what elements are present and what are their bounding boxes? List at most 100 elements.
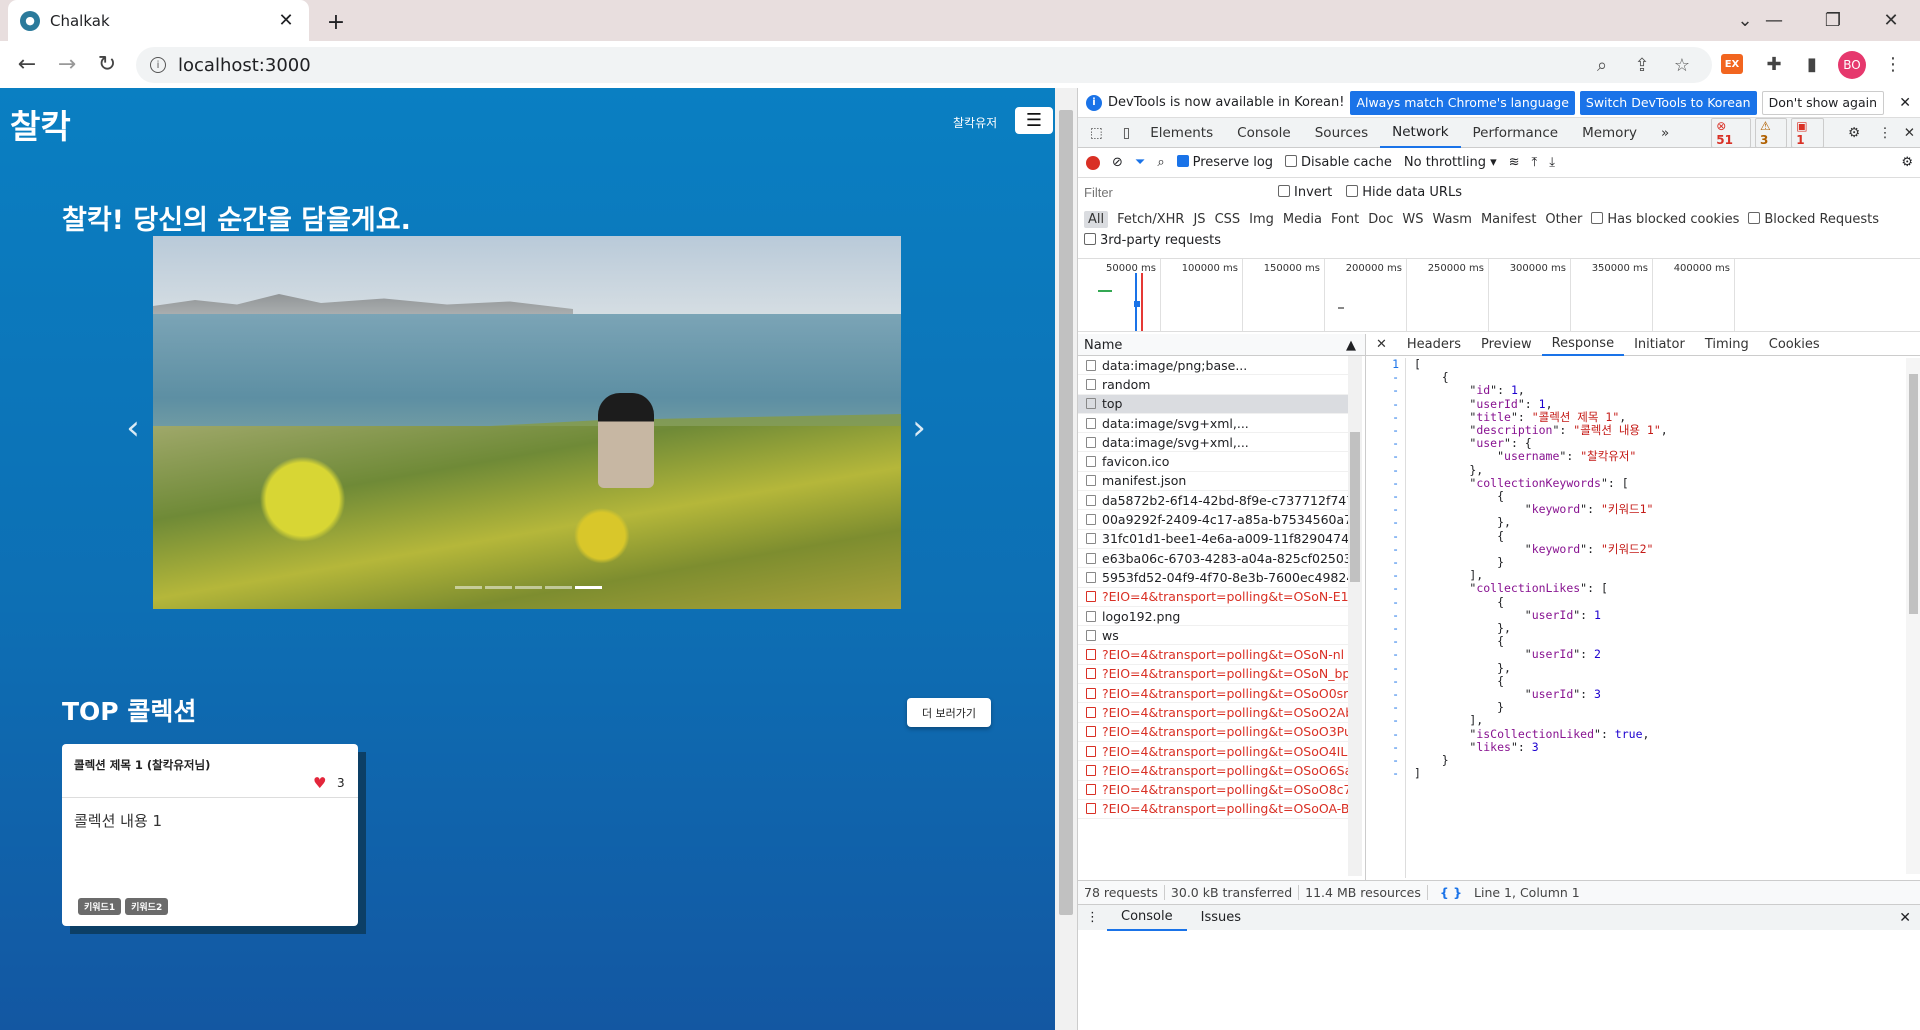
- carousel-next-icon[interactable]: ›: [904, 408, 934, 448]
- carousel-indicator[interactable]: [455, 586, 482, 589]
- request-row[interactable]: random: [1078, 375, 1348, 395]
- collection-card[interactable]: 콜렉션 제목 1 (찰칵유저님) ♥ 3 콜렉션 내용 1 키워드1 키워드2: [62, 744, 358, 926]
- address-bar[interactable]: i localhost:3000: [136, 47, 1712, 83]
- settings-gear-icon[interactable]: ⚙: [1836, 118, 1872, 148]
- network-settings-icon[interactable]: ⚙: [1901, 155, 1913, 170]
- request-row[interactable]: ?EIO=4&transport=polling&t=OSoO8c7: [1078, 781, 1348, 800]
- device-toolbar-icon[interactable]: ▯: [1115, 118, 1138, 148]
- drawer-tab-issues[interactable]: Issues: [1187, 905, 1255, 931]
- request-row[interactable]: data:image/svg+xml,...: [1078, 433, 1348, 453]
- tab-timing[interactable]: Timing: [1695, 334, 1759, 356]
- site-logo[interactable]: 찰칵: [10, 100, 71, 148]
- disable-cache-checkbox[interactable]: Disable cache: [1285, 155, 1392, 170]
- blocked-requests-checkbox[interactable]: Blocked Requests: [1748, 211, 1879, 227]
- tab-network[interactable]: Network: [1380, 118, 1461, 148]
- request-row[interactable]: favicon.ico: [1078, 452, 1348, 472]
- match-language-button[interactable]: Always match Chrome's language: [1350, 90, 1575, 115]
- search-icon[interactable]: ⌕: [1157, 155, 1164, 170]
- type-css[interactable]: CSS: [1215, 212, 1241, 227]
- request-row[interactable]: ?EIO=4&transport=polling&t=OSoN-E1: [1078, 588, 1348, 607]
- page-scroll-thumb[interactable]: [1059, 110, 1073, 915]
- inspect-icon[interactable]: ⬚: [1078, 118, 1115, 148]
- bookmark-star-icon[interactable]: ☆: [1668, 51, 1696, 79]
- close-detail-icon[interactable]: ✕: [1366, 334, 1397, 356]
- carousel-indicator[interactable]: [485, 586, 512, 589]
- extensions-puzzle-icon[interactable]: ✚: [1759, 49, 1789, 79]
- tab-memory[interactable]: Memory: [1570, 118, 1649, 148]
- type-js[interactable]: JS: [1193, 212, 1205, 227]
- type-other[interactable]: Other: [1545, 212, 1582, 227]
- network-overview[interactable]: 50000 ms 100000 ms 150000 ms 200000 ms 25000…: [1078, 258, 1920, 332]
- clear-icon[interactable]: ⊘: [1112, 155, 1123, 170]
- type-ws[interactable]: WS: [1402, 212, 1423, 227]
- reload-icon[interactable]: ↻: [92, 49, 122, 79]
- issues-count-badge[interactable]: ▣ 1: [1791, 117, 1825, 148]
- type-manifest[interactable]: Manifest: [1481, 212, 1536, 227]
- filter-icon[interactable]: ⏷: [1135, 155, 1145, 170]
- filter-input[interactable]: [1084, 182, 1264, 202]
- drawer-menu-icon[interactable]: ⋮: [1078, 905, 1107, 931]
- import-har-icon[interactable]: ⤒: [1532, 155, 1538, 170]
- type-all[interactable]: All: [1084, 210, 1109, 228]
- new-tab-button[interactable]: +: [322, 8, 350, 36]
- carousel-prev-icon[interactable]: ‹: [118, 408, 148, 448]
- tab-elements[interactable]: Elements: [1138, 118, 1225, 148]
- more-tabs-icon[interactable]: »: [1649, 118, 1681, 148]
- preserve-log-checkbox[interactable]: Preserve log: [1176, 155, 1273, 170]
- zoom-icon[interactable]: ⌕: [1588, 51, 1616, 79]
- maximize-button[interactable]: ❐: [1804, 0, 1862, 41]
- tab-initiator[interactable]: Initiator: [1624, 334, 1695, 356]
- issue-badges[interactable]: ⊗ 51 ⚠ 3 ▣ 1: [1711, 117, 1825, 148]
- request-row[interactable]: manifest.json: [1078, 472, 1348, 492]
- hide-data-urls-checkbox[interactable]: Hide data URLs: [1346, 184, 1462, 200]
- type-doc[interactable]: Doc: [1368, 212, 1393, 227]
- chrome-menu-icon[interactable]: ⋮: [1878, 49, 1908, 79]
- heart-icon[interactable]: ♥: [313, 774, 326, 792]
- warning-count-badge[interactable]: ⚠ 3: [1754, 117, 1788, 148]
- name-column-header[interactable]: Name ▲: [1078, 334, 1365, 356]
- request-row[interactable]: ?EIO=4&transport=polling&t=OSoO4IL: [1078, 742, 1348, 762]
- request-row[interactable]: logo192.png: [1078, 607, 1348, 627]
- invert-checkbox[interactable]: Invert: [1278, 184, 1332, 200]
- site-info-icon[interactable]: i: [150, 57, 166, 73]
- extension-ex-icon[interactable]: EX: [1721, 54, 1743, 74]
- third-party-checkbox[interactable]: 3rd-party requests: [1084, 233, 1221, 248]
- profile-avatar[interactable]: BO: [1838, 51, 1866, 79]
- close-icon[interactable]: ✕: [1899, 95, 1911, 111]
- carousel-indicator[interactable]: [515, 586, 542, 589]
- tab-cookies[interactable]: Cookies: [1759, 334, 1830, 356]
- request-row[interactable]: ?EIO=4&transport=polling&t=OSoN-nl: [1078, 645, 1348, 665]
- carousel-image[interactable]: [153, 236, 901, 609]
- minimize-button[interactable]: —: [1745, 0, 1803, 41]
- type-img[interactable]: Img: [1249, 212, 1274, 227]
- request-row[interactable]: 31fc01d1-bee1-4e6a-a009-11f829047489-168…: [1078, 530, 1348, 549]
- close-devtools-icon[interactable]: ✕: [1898, 118, 1920, 148]
- tab-performance[interactable]: Performance: [1461, 118, 1571, 148]
- see-more-button[interactable]: 더 보러가기: [907, 698, 991, 727]
- request-row[interactable]: ?EIO=4&transport=polling&t=OSoO3Pu: [1078, 723, 1348, 742]
- error-count-badge[interactable]: ⊗ 51: [1711, 117, 1751, 148]
- carousel-indicator[interactable]: [545, 586, 572, 589]
- type-font[interactable]: Font: [1331, 212, 1359, 227]
- request-row[interactable]: da5872b2-6f14-42bd-8f9e-c737712f7476-168…: [1078, 491, 1348, 511]
- network-conditions-icon[interactable]: ≋: [1509, 155, 1520, 170]
- type-fetch[interactable]: Fetch/XHR: [1117, 212, 1184, 227]
- tab-preview[interactable]: Preview: [1471, 334, 1542, 356]
- export-har-icon[interactable]: ⤓: [1549, 155, 1555, 170]
- request-list-scroll-thumb[interactable]: [1350, 432, 1360, 582]
- browser-tab[interactable]: ● Chalkak ✕: [8, 0, 309, 41]
- request-row[interactable]: ?EIO=4&transport=polling&t=OSoO0sm: [1078, 684, 1348, 704]
- switch-korean-button[interactable]: Switch DevTools to Korean: [1579, 90, 1757, 115]
- request-row[interactable]: ?EIO=4&transport=polling&t=OSoOA-B: [1078, 800, 1348, 820]
- drawer-tab-console[interactable]: Console: [1107, 905, 1187, 931]
- request-row[interactable]: ?EIO=4&transport=polling&t=OSoN_bp: [1078, 665, 1348, 685]
- request-row[interactable]: 00a9292f-2409-4c17-a85a-b7534560a78b-168…: [1078, 510, 1348, 530]
- request-row[interactable]: ws: [1078, 626, 1348, 646]
- tab-console[interactable]: Console: [1225, 118, 1303, 148]
- side-panel-icon[interactable]: ▮: [1797, 49, 1827, 79]
- response-body[interactable]: 1------------------------------- [ { "id…: [1366, 357, 1906, 878]
- record-icon[interactable]: [1086, 155, 1100, 170]
- request-row[interactable]: 5953fd52-04f9-4f70-8e3b-7600ec498243-168…: [1078, 568, 1348, 588]
- request-row[interactable]: ?EIO=4&transport=polling&t=OSoO6Sa: [1078, 761, 1348, 781]
- type-wasm[interactable]: Wasm: [1433, 212, 1472, 227]
